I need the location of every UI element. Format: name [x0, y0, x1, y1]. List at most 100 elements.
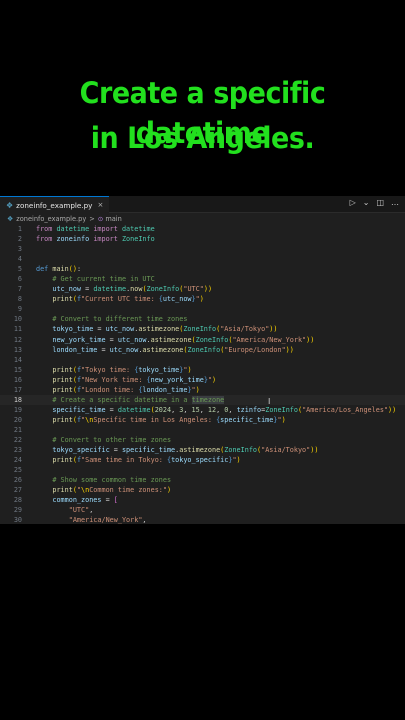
line-number: 12 [13, 335, 22, 344]
code-text: from datetime import datetime [36, 225, 155, 233]
close-tab-icon[interactable]: × [97, 201, 103, 209]
line-number: 10 [13, 315, 22, 324]
code-line[interactable]: 10 # Convert to different time zones [0, 314, 405, 324]
code-line[interactable]: 8 print(f"Current UTC time: {utc_now}") [0, 294, 405, 304]
code-text: tokyo_time = utc_now.astimezone(ZoneInfo… [52, 325, 278, 334]
code-line[interactable]: 12 new_york_time = utc_now.astimezone(Zo… [0, 335, 405, 345]
breadcrumb-function[interactable]: main [105, 215, 121, 223]
line-number: 16 [13, 375, 22, 384]
tab-bar: ❖ zoneinfo_example.py × ▷ ⌄ ◫ … [0, 196, 405, 213]
line-number: 27 [13, 486, 22, 495]
line-number: 14 [13, 355, 22, 364]
line-number: 30 [13, 516, 22, 525]
line-number: 13 [13, 345, 22, 354]
line-number: 26 [13, 476, 22, 485]
breadcrumb-separator: > [89, 214, 95, 223]
code-text: from zoneinfo import ZoneInfo [36, 235, 155, 244]
headline-line-2: in Los Angeles. [90, 121, 315, 155]
code-text: specific_time = datetime(2024, 3, 15, 12… [52, 405, 397, 414]
breadcrumb: ❖ zoneinfo_example.py > ⊙ main [0, 213, 405, 224]
code-line[interactable]: 21 [0, 425, 405, 435]
code-area[interactable]: 1 from datetime import datetime 2 from zone… [0, 224, 405, 525]
run-dropdown-icon[interactable]: ⌄ [363, 198, 370, 207]
code-line[interactable]: 30 "America/New_York", [0, 515, 405, 525]
code-line[interactable]: 17 print(f"London time: {london_time}") [0, 385, 405, 395]
code-text: # Get current time in UTC [52, 275, 155, 284]
code-line[interactable]: 27 print("\nCommon time zones:") [0, 485, 405, 495]
code-text: print(f"\nSpecific time in Los Angeles: … [52, 415, 286, 424]
code-line[interactable]: 18 # Create a specific datetime in a tim… [0, 394, 405, 405]
python-file-icon: ❖ [6, 200, 14, 210]
code-line[interactable]: 3 [0, 244, 405, 254]
line-number: 17 [13, 385, 22, 394]
line-number: 6 [17, 275, 22, 284]
split-editor-icon[interactable]: ◫ [376, 198, 384, 207]
code-line[interactable]: 15 print(f"Tokyo time: {tokyo_time}") [0, 365, 405, 375]
line-number: 9 [17, 305, 22, 314]
code-line[interactable]: 20 print(f"\nSpecific time in Los Angele… [0, 415, 405, 425]
code-text: # Convert to different time zones [52, 315, 188, 324]
code-line[interactable]: 29 "UTC", [0, 505, 405, 515]
line-number: 23 [13, 446, 22, 455]
code-text: utc_now = datetime.now(ZoneInfo("UTC")) [52, 285, 213, 294]
code-line[interactable]: 1 from datetime import datetime [0, 224, 405, 234]
line-number: 5 [17, 265, 22, 274]
code-text: common_zones = [ [52, 496, 118, 505]
code-line[interactable]: 24 print(f"Same time in Tokyo: {tokyo_sp… [0, 455, 405, 465]
code-line[interactable]: 19 specific_time = datetime(2024, 3, 15,… [0, 405, 405, 415]
code-line[interactable]: 25 [0, 465, 405, 475]
line-number: 1 [17, 225, 22, 233]
code-line[interactable]: 5 def main(): [0, 264, 405, 274]
code-text: print("\nCommon time zones:") [52, 486, 172, 495]
code-text: london_time = utc_now.astimezone(ZoneInf… [52, 345, 294, 354]
code-text: print(f"Current UTC time: {utc_now}") [52, 295, 204, 304]
code-text: # Show some common time zones [52, 476, 172, 485]
code-line[interactable]: 13 london_time = utc_now.astimezone(Zone… [0, 345, 405, 355]
code-text: def main(): [36, 265, 82, 274]
editor-tab[interactable]: ❖ zoneinfo_example.py × [0, 196, 110, 213]
line-number: 15 [13, 365, 22, 374]
tab-label: zoneinfo_example.py [16, 200, 93, 210]
code-text: # Convert to other time zones [52, 435, 172, 444]
code-text: "America/New_York", [68, 516, 147, 525]
line-number: 8 [17, 295, 22, 304]
code-line[interactable]: 11 tokyo_time = utc_now.astimezone(ZoneI… [0, 324, 405, 334]
line-number: 3 [17, 245, 22, 254]
code-editor: ❖ zoneinfo_example.py × ▷ ⌄ ◫ … ❖ zonein… [0, 196, 405, 524]
function-icon: ⊙ [97, 214, 104, 223]
editor-actions: ▷ ⌄ ◫ … [350, 198, 399, 207]
code-line[interactable]: 6 # Get current time in UTC [0, 274, 405, 284]
code-line[interactable]: 28 common_zones = [ [0, 495, 405, 505]
line-number: 7 [17, 285, 22, 294]
line-number: 21 [13, 425, 22, 434]
breadcrumb-file[interactable]: zoneinfo_example.py [16, 215, 86, 223]
code-line[interactable]: 23 tokyo_specific = specific_time.astime… [0, 445, 405, 455]
code-line[interactable]: 16 print(f"New York time: {new_york_time… [0, 375, 405, 385]
code-line[interactable]: 4 [0, 254, 405, 264]
line-number: 25 [13, 466, 22, 475]
code-text: "UTC", [68, 506, 94, 515]
run-icon[interactable]: ▷ [350, 198, 356, 207]
code-text: print(f"London time: {london_time}") [52, 385, 200, 394]
python-file-icon: ❖ [7, 214, 14, 223]
code-line[interactable]: 26 # Show some common time zones [0, 475, 405, 485]
line-number: 11 [13, 325, 22, 334]
line-number: 2 [17, 235, 22, 244]
line-number: 18 [13, 395, 22, 404]
code-text: print(f"New York time: {new_york_time}") [52, 375, 217, 384]
code-line[interactable]: 2 from zoneinfo import ZoneInfo [0, 234, 405, 244]
line-number: 28 [13, 496, 22, 505]
text-cursor-icon: I [268, 397, 271, 406]
code-text: # Create a specific datetime in a timezo… [52, 395, 225, 404]
more-actions-icon[interactable]: … [391, 198, 399, 207]
code-line[interactable]: 14 [0, 355, 405, 365]
line-number: 29 [13, 506, 22, 515]
code-text: new_york_time = utc_now.astimezone(ZoneI… [52, 335, 315, 344]
code-text: tokyo_specific = specific_time.astimezon… [52, 446, 319, 455]
line-number: 19 [13, 405, 22, 414]
code-text: print(f"Tokyo time: {tokyo_time}") [52, 365, 192, 374]
code-line[interactable]: 7 utc_now = datetime.now(ZoneInfo("UTC")… [0, 284, 405, 294]
line-number: 22 [13, 435, 22, 444]
code-line[interactable]: 9 [0, 304, 405, 314]
code-line[interactable]: 22 # Convert to other time zones [0, 435, 405, 445]
